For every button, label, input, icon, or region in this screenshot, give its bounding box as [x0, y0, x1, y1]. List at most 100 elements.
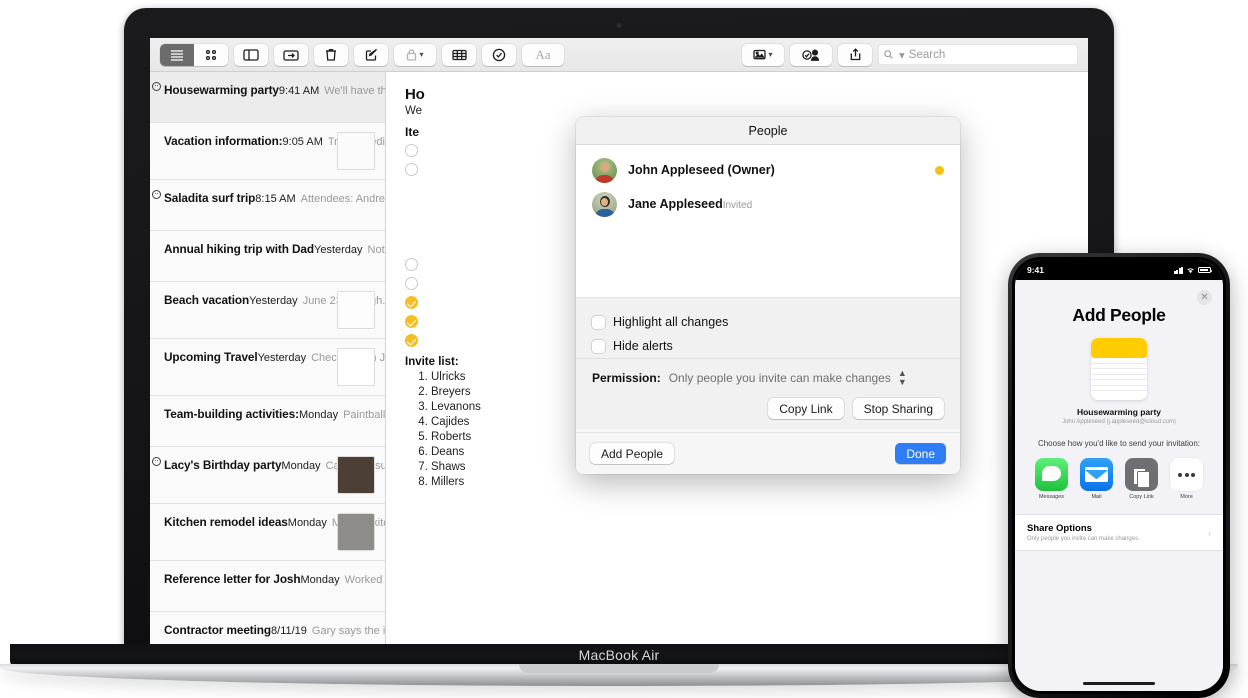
checklist-checkbox[interactable]: [405, 144, 418, 157]
view-mode-segmented-control[interactable]: [160, 43, 228, 66]
copy-link-label: Copy Link: [1129, 494, 1154, 500]
share-options-row[interactable]: Share Options Only people you invite can…: [1015, 514, 1223, 551]
note-item-date: Yesterday: [257, 352, 307, 364]
note-thumbnail: [337, 456, 375, 494]
share-method-copy-link[interactable]: Copy Link: [1125, 458, 1158, 500]
copy-link-icon: [1125, 458, 1158, 491]
person-row[interactable]: Jane AppleseedInvited: [576, 187, 960, 221]
iphone-notch: [1077, 260, 1161, 277]
person-status: Invited: [722, 200, 753, 211]
checklist-checkbox[interactable]: [405, 334, 418, 347]
note-list-item[interactable]: Contractor meeting8/11/19 Gary says the i…: [150, 612, 385, 644]
note-list-item[interactable]: Lacy's Birthday partyMondayCall party su…: [150, 447, 385, 504]
chevron-right-icon: ›: [1208, 527, 1211, 538]
note-list-item[interactable]: Saladita surf trip8:15 AM Attendees: Andr…: [150, 180, 385, 231]
note-list-item[interactable]: Upcoming TravelYesterdayCheck in with Ju…: [150, 339, 385, 396]
chevron-down-icon: ▾: [768, 50, 773, 59]
highlight-changes-checkbox[interactable]: [592, 315, 605, 329]
permission-row[interactable]: Permission: Only people you invite can m…: [576, 358, 960, 387]
home-indicator[interactable]: [1083, 682, 1155, 685]
done-button[interactable]: Done: [895, 443, 946, 464]
note-item-title: Vacation information:: [164, 134, 283, 148]
new-folder-button[interactable]: [274, 43, 308, 66]
note-item-snippet: Paintball tournament: [343, 409, 386, 421]
shared-note-title: Housewarming party: [1076, 407, 1162, 417]
search-placeholder: Search: [908, 48, 946, 61]
person-row[interactable]: John Appleseed (Owner): [576, 153, 960, 187]
checklist-checkbox[interactable]: [405, 258, 418, 271]
avatar: [592, 191, 617, 217]
mail-icon: [1080, 458, 1113, 491]
hide-alerts-row[interactable]: Hide alerts: [576, 334, 960, 358]
share-method-more[interactable]: More: [1170, 458, 1203, 500]
checklist-checkbox[interactable]: [405, 277, 418, 290]
screenshot-root: ▾ Aa ▾ ▾ Search Housewarming party9:41 A…: [0, 0, 1248, 698]
table-button[interactable]: [442, 43, 476, 66]
battery-icon: [1198, 266, 1213, 274]
note-item-date: Monday: [298, 409, 339, 421]
note-list-item[interactable]: Reference letter for JoshMonday Worked on…: [150, 561, 385, 612]
mail-label: Mail: [1091, 494, 1102, 500]
checklist-checkbox[interactable]: [405, 163, 418, 176]
note-list-item[interactable]: Beach vacationYesterdayJune 23 through..…: [150, 282, 385, 339]
media-button[interactable]: ▾: [742, 43, 784, 66]
copy-link-button[interactable]: Copy Link: [768, 398, 844, 419]
share-method-messages[interactable]: Messages: [1035, 458, 1068, 500]
note-item-date: 8/11/19: [271, 625, 307, 637]
share-options-subtitle: Only people you invite can make changes.: [1027, 536, 1140, 542]
note-list-item[interactable]: Kitchen remodel ideasMondayModern kitche…: [150, 504, 385, 561]
note-item-title: Beach vacation: [164, 293, 250, 307]
gallery-view-button[interactable]: [194, 43, 228, 66]
note-item-snippet: Worked on the same team...: [344, 574, 385, 586]
share-method-mail[interactable]: Mail: [1080, 458, 1113, 500]
stop-sharing-button[interactable]: Stop Sharing: [852, 398, 944, 419]
add-people-button[interactable]: Add People: [590, 443, 675, 464]
wifi-icon: [1187, 267, 1194, 273]
checklist-button[interactable]: [482, 43, 516, 66]
note-list-item[interactable]: Housewarming party9:41 AM We'll have the …: [150, 72, 385, 123]
note-thumbnail: [337, 291, 375, 329]
notes-toolbar: ▾ Aa ▾ ▾ Search: [150, 38, 1088, 72]
search-scope-chevron-icon: ▾: [899, 49, 905, 62]
compose-button[interactable]: [354, 43, 388, 66]
stepper-icon[interactable]: ▲ ▼: [898, 369, 907, 387]
iphone-screen: 9:41 ✕ Add People Housewarming party Joh…: [1015, 260, 1223, 691]
hide-alerts-checkbox[interactable]: [592, 339, 605, 353]
sidebar-toggle-button[interactable]: [234, 43, 268, 66]
people-popover: People John Appleseed (Owner) Jane Apples…: [576, 117, 960, 474]
share-options-title: Share Options: [1027, 523, 1092, 534]
person-name: Jane Appleseed: [628, 197, 723, 211]
close-icon[interactable]: ✕: [1197, 290, 1212, 305]
note-item-date: Monday: [281, 460, 321, 472]
share-button[interactable]: [838, 43, 872, 66]
list-view-button[interactable]: [160, 43, 194, 66]
notes-list[interactable]: Housewarming party9:41 AM We'll have the …: [150, 72, 386, 644]
people-list[interactable]: John Appleseed (Owner) Jane AppleseedInvi…: [576, 145, 960, 297]
more-icon: [1170, 458, 1203, 491]
iphone-frame: 9:41 ✕ Add People Housewarming party Joh…: [1008, 253, 1230, 698]
share-people-button[interactable]: [790, 43, 832, 66]
note-thumbnail: [337, 348, 375, 386]
add-people-sheet: ✕ Add People Housewarming party John App…: [1015, 280, 1223, 691]
note-thumbnail-icon: [1091, 338, 1147, 400]
note-list-item[interactable]: Annual hiking trip with DadYesterday Note…: [150, 231, 385, 282]
checklist-checkbox[interactable]: [405, 296, 418, 309]
highlight-changes-label: Highlight all changes: [613, 315, 729, 329]
note-item-title: Team-building activities:: [164, 407, 299, 421]
note-list-item[interactable]: Team-building activities:Monday Paintball…: [150, 396, 385, 447]
format-button[interactable]: Aa: [522, 43, 564, 66]
share-methods-row: Messages Mail Copy Link More: [1015, 458, 1223, 500]
note-item-date: Monday: [300, 574, 340, 586]
note-list-item[interactable]: Vacation information:9:05 AMTravel credi…: [150, 123, 385, 180]
note-item-title: Contractor meeting: [164, 623, 272, 637]
person-name: John Appleseed (Owner): [628, 163, 775, 177]
note-item-title: Upcoming Travel: [164, 350, 258, 364]
macbook-notch-cutout: [519, 664, 719, 673]
lock-button[interactable]: ▾: [394, 43, 436, 66]
note-item-title: Reference letter for Josh: [164, 572, 301, 586]
delete-button[interactable]: [314, 43, 348, 66]
checklist-checkbox[interactable]: [405, 315, 418, 328]
highlight-changes-row[interactable]: Highlight all changes: [576, 310, 960, 334]
search-input[interactable]: ▾ Search: [878, 44, 1078, 65]
note-item-snippet: Note to self, don't forget t...: [367, 244, 385, 256]
